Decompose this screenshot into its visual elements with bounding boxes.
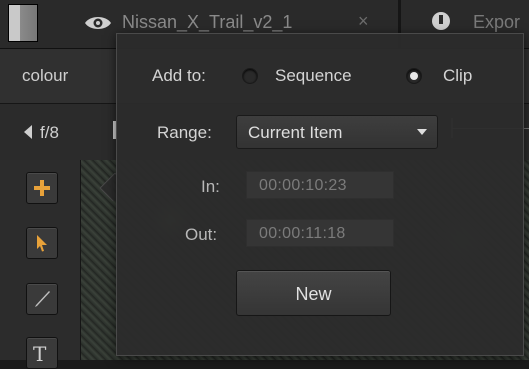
pointer-tool-button[interactable] — [26, 227, 58, 259]
text-icon: T — [33, 342, 47, 366]
new-button-label: New — [295, 284, 332, 304]
in-timecode-value: 00:00:10:23 — [259, 177, 347, 194]
close-icon[interactable]: × — [358, 11, 369, 32]
out-timecode-field[interactable]: 00:00:11:18 — [246, 219, 394, 247]
add-icon — [34, 180, 50, 196]
clip-thumbnail[interactable] — [8, 4, 38, 42]
sequence-option-label[interactable]: Sequence — [275, 66, 352, 86]
export-label[interactable]: Expor — [473, 12, 520, 33]
chevron-left-icon[interactable] — [24, 125, 32, 139]
brush-tool-button[interactable] — [26, 283, 58, 315]
range-dropdown[interactable]: Current Item — [236, 115, 438, 149]
range-label: Range: — [157, 123, 212, 142]
clip-option-label[interactable]: Clip — [443, 66, 472, 86]
eye-icon[interactable] — [84, 14, 112, 37]
popup-pointer — [88, 173, 116, 201]
in-label: In: — [201, 177, 220, 196]
add-tool-button[interactable] — [26, 172, 58, 204]
add-to-label: Add to: — [152, 66, 206, 85]
clip-radio[interactable] — [406, 68, 422, 84]
sequence-radio[interactable] — [242, 68, 258, 84]
tab-colour[interactable]: colour — [22, 66, 68, 86]
new-button[interactable]: New — [236, 270, 391, 316]
text-tool-button[interactable]: T — [26, 337, 58, 369]
pointer-icon — [37, 235, 47, 252]
out-label: Out: — [185, 225, 218, 244]
clip-name[interactable]: Nissan_X_Trail_v2_1 — [122, 12, 292, 33]
export-icon[interactable] — [432, 12, 450, 30]
chevron-down-icon — [417, 129, 427, 135]
tool-palette: T — [0, 160, 81, 369]
in-timecode-field[interactable]: 00:00:10:23 — [246, 171, 394, 199]
brush-icon — [35, 291, 50, 307]
fstop-value: f/8 — [40, 123, 59, 142]
out-timecode-value: 00:00:11:18 — [259, 225, 346, 242]
fstop-control[interactable]: f/8 — [24, 123, 59, 143]
range-value: Current Item — [248, 123, 343, 142]
